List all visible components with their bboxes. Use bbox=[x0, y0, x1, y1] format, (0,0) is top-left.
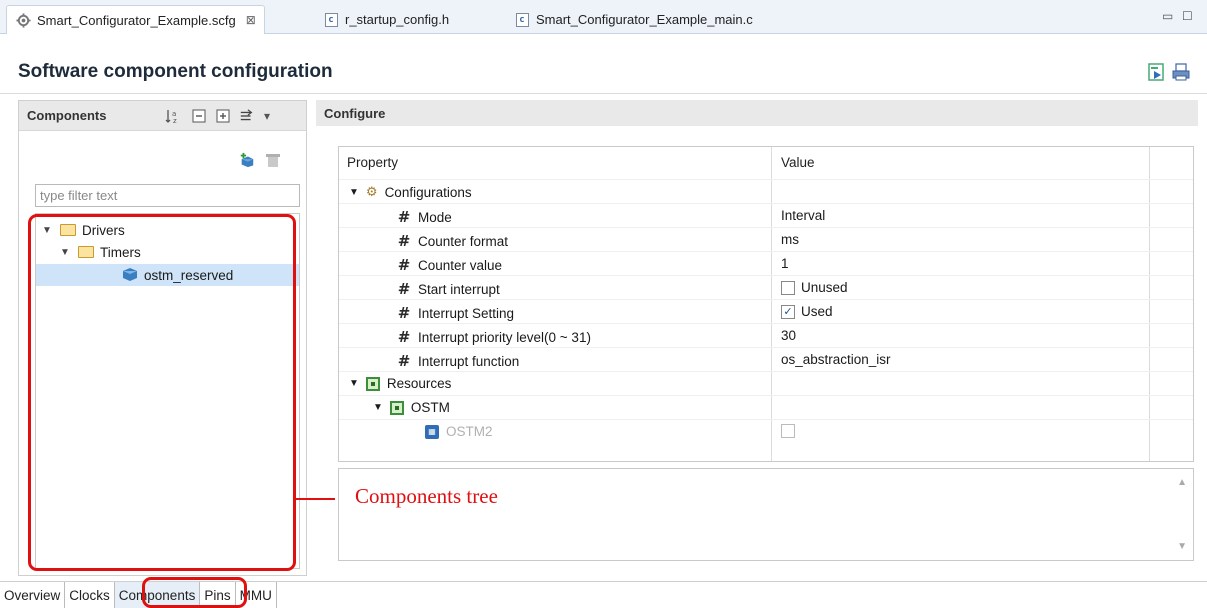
page-title: Software component configuration bbox=[18, 61, 333, 82]
row-counter-value[interactable]: # Counter value 1 bbox=[339, 251, 1193, 275]
hash-icon: # bbox=[397, 352, 411, 370]
interrupt-setting-checkbox[interactable]: ✓ bbox=[781, 304, 795, 319]
row-configurations[interactable]: ▼ ⚙ Configurations bbox=[339, 179, 1193, 203]
property-value[interactable]: os_abstraction_isr bbox=[781, 352, 891, 367]
tab-smart-configurator-scfg[interactable]: Smart_Configurator_Example.scfg ⊠ bbox=[6, 5, 265, 34]
components-panel-header: Components az ▾ bbox=[19, 101, 306, 131]
hash-icon: # bbox=[397, 328, 411, 346]
chip-icon bbox=[389, 400, 404, 415]
tab-label: r_startup_config.h bbox=[345, 12, 450, 27]
row-counter-format[interactable]: # Counter format ms bbox=[339, 227, 1193, 251]
gear-icon: ⚙ bbox=[365, 184, 378, 199]
generate-report-icon[interactable] bbox=[1172, 63, 1190, 81]
property-name: Interrupt function bbox=[418, 353, 520, 369]
row-ostm2[interactable]: ▦ OSTM2 bbox=[339, 419, 1193, 443]
row-mode[interactable]: # Mode Interval bbox=[339, 203, 1193, 227]
property-name: Resources bbox=[386, 376, 452, 391]
row-resources[interactable]: ▼ Resources bbox=[339, 371, 1193, 395]
hash-icon: # bbox=[397, 232, 411, 250]
chevron-down-icon[interactable]: ▼ bbox=[349, 187, 359, 198]
ostm2-checkbox[interactable] bbox=[781, 424, 795, 438]
minimize-icon[interactable]: ▭ bbox=[1162, 9, 1173, 23]
resource-icon: ▦ bbox=[425, 424, 439, 439]
gear-icon bbox=[15, 12, 31, 28]
filter-input[interactable] bbox=[35, 184, 300, 207]
page-header: Software component configuration bbox=[0, 34, 1207, 94]
tab-clocks[interactable]: Clocks bbox=[65, 582, 115, 608]
row-start-interrupt[interactable]: # Start interrupt Unused bbox=[339, 275, 1193, 299]
components-tab-highlight bbox=[142, 577, 247, 608]
row-ostm[interactable]: ▼ OSTM bbox=[339, 395, 1193, 419]
hash-icon: # bbox=[397, 208, 411, 226]
start-interrupt-checkbox[interactable] bbox=[781, 280, 795, 295]
property-table: Property Value ▼ ⚙ Configurations # Mode … bbox=[338, 146, 1194, 462]
hash-icon: # bbox=[397, 280, 411, 298]
chip-icon bbox=[365, 376, 380, 391]
property-name: OSTM2 bbox=[446, 424, 493, 439]
property-value[interactable]: ms bbox=[781, 232, 799, 247]
maximize-icon[interactable]: ☐ bbox=[1182, 9, 1193, 23]
generate-code-icon[interactable] bbox=[1147, 63, 1165, 81]
tab-label: Smart_Configurator_Example_main.c bbox=[536, 12, 753, 27]
scroll-down-icon[interactable]: ▼ bbox=[1177, 541, 1187, 552]
property-name: Mode bbox=[418, 209, 452, 225]
property-value[interactable]: Interval bbox=[781, 208, 825, 223]
property-name: Start interrupt bbox=[418, 281, 500, 297]
column-header-value: Value bbox=[781, 155, 815, 170]
property-name: Configurations bbox=[384, 184, 472, 200]
add-component-icon[interactable] bbox=[239, 152, 255, 168]
configure-panel-title: Configure bbox=[324, 106, 386, 121]
property-value: Used bbox=[801, 304, 833, 319]
hash-icon: # bbox=[397, 256, 411, 274]
close-tab-icon[interactable]: ⊠ bbox=[246, 13, 256, 27]
collapse-all-icon[interactable] bbox=[191, 108, 207, 124]
svg-text:z: z bbox=[173, 117, 177, 124]
tab-label: Smart_Configurator_Example.scfg bbox=[37, 12, 236, 28]
c-file-icon: c bbox=[514, 12, 530, 28]
description-box: ▲ ▼ bbox=[338, 468, 1194, 561]
property-name: Counter format bbox=[418, 233, 509, 249]
tab-overview[interactable]: Overview bbox=[0, 582, 66, 608]
callout-label: Components tree bbox=[355, 484, 498, 508]
callout-line bbox=[295, 498, 335, 500]
scroll-up-icon[interactable]: ▲ bbox=[1177, 477, 1187, 488]
property-value: Unused bbox=[801, 280, 848, 295]
view-menu-icon[interactable] bbox=[239, 108, 255, 124]
components-panel-title: Components bbox=[27, 108, 107, 123]
row-interrupt-function[interactable]: # Interrupt function os_abstraction_isr bbox=[339, 347, 1193, 371]
property-name: Counter value bbox=[418, 257, 503, 273]
chevron-down-icon[interactable]: ▾ bbox=[259, 108, 275, 124]
c-file-icon: c bbox=[323, 12, 339, 28]
column-header-property: Property bbox=[347, 155, 399, 170]
sort-alpha-icon[interactable]: az bbox=[165, 108, 181, 124]
chevron-down-icon[interactable]: ▼ bbox=[349, 378, 359, 389]
tab-main-c[interactable]: c Smart_Configurator_Example_main.c bbox=[506, 5, 761, 34]
property-name: OSTM bbox=[410, 400, 450, 415]
tab-r-startup-config[interactable]: c r_startup_config.h bbox=[315, 5, 457, 34]
chevron-down-icon[interactable]: ▼ bbox=[373, 402, 383, 413]
configure-panel-header: Configure bbox=[316, 100, 1198, 126]
editor-tab-bar: Smart_Configurator_Example.scfg ⊠ c r_st… bbox=[0, 0, 1207, 34]
components-tree-highlight bbox=[28, 214, 296, 571]
property-value[interactable]: 30 bbox=[781, 328, 796, 343]
expand-all-icon[interactable] bbox=[215, 108, 231, 124]
row-interrupt-priority[interactable]: # Interrupt priority level(0 ~ 31) 30 bbox=[339, 323, 1193, 347]
hash-icon: # bbox=[397, 304, 411, 322]
property-name: Interrupt priority level(0 ~ 31) bbox=[418, 329, 591, 345]
remove-component-icon[interactable] bbox=[265, 152, 281, 168]
row-interrupt-setting[interactable]: # Interrupt Setting ✓ Used bbox=[339, 299, 1193, 323]
property-value[interactable]: 1 bbox=[781, 256, 789, 271]
property-name: Interrupt Setting bbox=[418, 305, 515, 321]
